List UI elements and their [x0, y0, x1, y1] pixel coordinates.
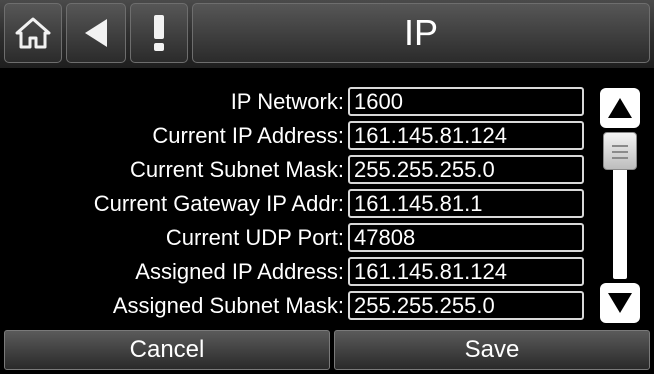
scroll-down-arrow-icon [608, 293, 632, 313]
grip-line [612, 145, 628, 147]
home-icon [15, 17, 51, 49]
current-subnet-mask-field[interactable]: 255.255.255.0 [348, 155, 584, 184]
bottom-bar: Cancel Save [0, 330, 654, 374]
scrollbar-thumb[interactable] [603, 132, 637, 170]
page-title: IP [192, 3, 650, 63]
field-label: Current IP Address: [152, 123, 344, 148]
field-label: IP Network: [230, 89, 344, 114]
grip-line [612, 157, 628, 159]
list-item: Current Gateway IP Addr: 161.145.81.1 [0, 188, 600, 219]
save-button[interactable]: Save [334, 330, 650, 370]
field-label: Current UDP Port: [165, 225, 344, 250]
list-item: Assigned IP Address: 161.145.81.124 [0, 256, 600, 287]
back-arrow-icon [85, 19, 107, 47]
assigned-subnet-mask-field[interactable]: 255.255.255.0 [348, 291, 584, 320]
scroll-up-button[interactable] [600, 88, 640, 128]
list-item: Current UDP Port: 47808 [0, 222, 600, 253]
cancel-button[interactable]: Cancel [4, 330, 330, 370]
scroll-down-button[interactable] [600, 283, 640, 323]
assigned-ip-address-field[interactable]: 161.145.81.124 [348, 257, 584, 286]
home-button[interactable] [4, 3, 62, 63]
field-label: Current Gateway IP Addr: [93, 191, 344, 216]
device-screen: IP IP Network: 1600 Current IP Address: … [0, 0, 654, 374]
field-label: Assigned IP Address: [135, 259, 344, 284]
current-gateway-ip-field[interactable]: 161.145.81.1 [348, 189, 584, 218]
scroll-up-arrow-icon [608, 98, 632, 118]
list-item: Assigned Subnet Mask: 255.255.255.0 [0, 290, 600, 321]
list-item: Current Subnet Mask: 255.255.255.0 [0, 154, 600, 185]
alert-icon [154, 15, 164, 51]
field-label: Assigned Subnet Mask: [112, 293, 344, 318]
top-bar: IP [0, 0, 654, 70]
field-list: IP Network: 1600 Current IP Address: 161… [0, 70, 654, 328]
grip-line [612, 151, 628, 153]
alert-button[interactable] [130, 3, 188, 63]
field-label: Current Subnet Mask: [130, 157, 344, 182]
current-ip-address-field[interactable]: 161.145.81.124 [348, 121, 584, 150]
list-item: Current IP Address: 161.145.81.124 [0, 120, 600, 151]
current-udp-port-field[interactable]: 47808 [348, 223, 584, 252]
list-item: IP Network: 1600 [0, 86, 600, 117]
back-button[interactable] [66, 3, 126, 63]
ip-network-field[interactable]: 1600 [348, 87, 584, 116]
